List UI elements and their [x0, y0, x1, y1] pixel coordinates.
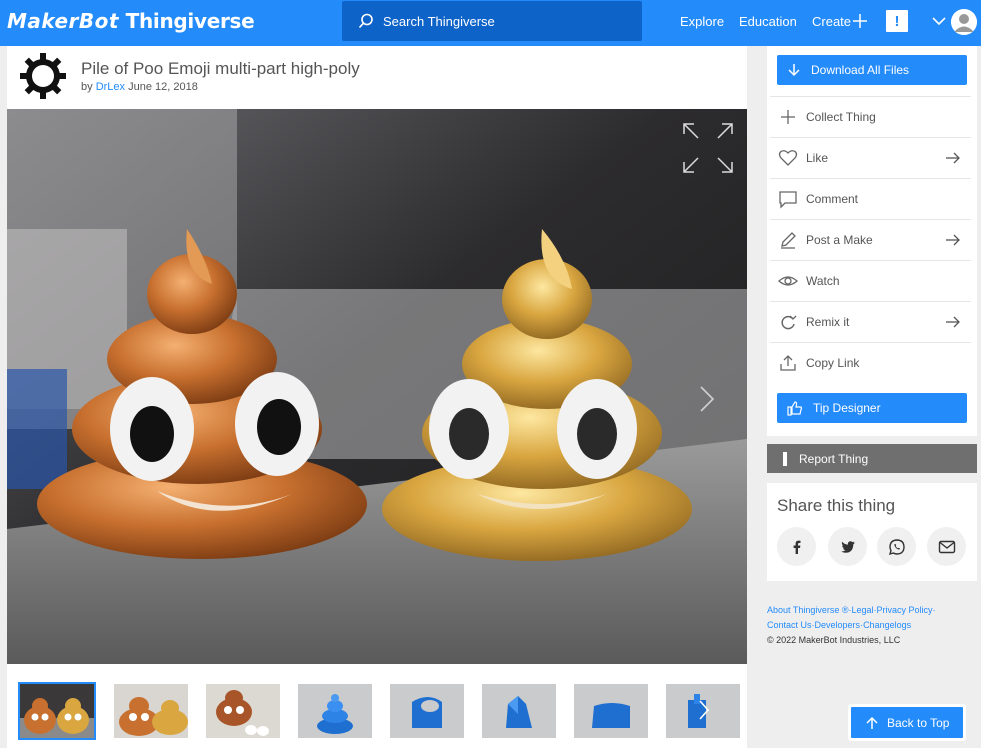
like-button[interactable]: Like — [770, 137, 971, 178]
author-link[interactable]: DrLex — [96, 81, 125, 93]
post-a-make-button[interactable]: Post a Make — [770, 219, 971, 260]
chevron-down-icon[interactable] — [931, 14, 947, 28]
about-link[interactable]: About Thingiverse ® — [767, 605, 849, 615]
fullscreen-expand-icon[interactable] — [682, 122, 734, 174]
email-share-button[interactable] — [927, 527, 966, 566]
post-make-label: Post a Make — [806, 233, 873, 247]
tip-label: Tip Designer — [813, 401, 881, 415]
thumbnail-6[interactable] — [482, 684, 556, 738]
heart-icon — [778, 150, 798, 166]
search-box[interactable]: Search Thingiverse — [342, 1, 642, 41]
watch-label: Watch — [806, 274, 840, 288]
thumbnail-strip — [7, 664, 747, 748]
publish-date: June 12, 2018 — [128, 81, 198, 93]
search-placeholder: Search Thingiverse — [383, 13, 495, 29]
back-to-top-label: Back to Top — [887, 715, 950, 730]
like-label: Like — [806, 151, 829, 165]
whatsapp-icon — [888, 538, 905, 555]
watch-button[interactable]: Watch — [770, 260, 971, 301]
copy-link-button[interactable]: Copy Link — [770, 342, 971, 383]
download-label: Download All Files — [811, 63, 910, 77]
comment-icon — [779, 191, 797, 209]
share-panel: Share this thing — [767, 483, 977, 581]
privacy-policy-link[interactable]: Privacy Policy — [877, 605, 933, 615]
whatsapp-share-button[interactable] — [877, 527, 916, 566]
byline: by DrLex June 12, 2018 — [81, 81, 198, 93]
arrow-right-icon — [946, 152, 960, 164]
email-icon — [938, 540, 955, 553]
thumbnail-7[interactable] — [574, 684, 648, 738]
share-icon — [780, 355, 796, 371]
nav-education[interactable]: Education — [739, 14, 797, 29]
comment-button[interactable]: Comment — [770, 178, 971, 219]
thumbnail-4[interactable] — [298, 684, 372, 738]
tip-designer-button[interactable]: Tip Designer — [777, 393, 967, 423]
report-thing-button[interactable]: Report Thing — [767, 444, 977, 473]
user-icon — [951, 9, 977, 35]
poo-emoji-photo — [7, 109, 747, 664]
remix-icon — [781, 315, 797, 330]
notifications-button[interactable]: ! — [886, 10, 908, 32]
comment-label: Comment — [806, 192, 859, 206]
copyright: © 2022 MakerBot Industries, LLC — [767, 635, 901, 645]
report-label: Report Thing — [799, 451, 869, 466]
search-icon — [358, 13, 373, 29]
author-avatar-gear-icon[interactable] — [19, 52, 67, 100]
brand-makerbot: MakerBot — [7, 9, 119, 33]
footer-links: About Thingiverse ®·Legal·Privacy Policy… — [767, 605, 936, 645]
top-navbar: MakerBot Thingiverse Search Thingiverse … — [0, 0, 981, 46]
next-image-icon[interactable] — [697, 384, 717, 414]
thumbnail-1[interactable] — [18, 682, 96, 740]
plus-icon — [781, 110, 795, 124]
plus-icon[interactable] — [851, 12, 869, 30]
eye-icon — [778, 276, 798, 286]
nav-explore[interactable]: Explore — [680, 14, 724, 29]
collect-thing-button[interactable]: Collect Thing — [770, 96, 971, 137]
arrow-up-icon — [866, 716, 878, 729]
site-logo[interactable]: MakerBot Thingiverse — [7, 9, 255, 33]
by-label: by — [81, 81, 93, 93]
nav-create[interactable]: Create — [812, 14, 851, 29]
page-title: Pile of Poo Emoji multi-part high-poly — [81, 59, 360, 78]
twitter-share-button[interactable] — [828, 527, 867, 566]
thumbnail-3[interactable] — [206, 684, 280, 738]
pen-icon — [781, 232, 796, 249]
exclamation-icon — [783, 451, 787, 466]
thumbnail-next-icon[interactable] — [697, 698, 711, 722]
avatar[interactable] — [951, 9, 977, 35]
collect-label: Collect Thing — [806, 110, 876, 124]
twitter-icon — [840, 540, 855, 553]
download-all-files-button[interactable]: Download All Files — [777, 55, 967, 85]
back-to-top-button[interactable]: Back to Top — [851, 707, 963, 738]
facebook-share-button[interactable] — [777, 527, 816, 566]
developers-link[interactable]: Developers — [815, 620, 861, 630]
arrow-right-icon — [946, 234, 960, 246]
copy-link-label: Copy Link — [806, 356, 860, 370]
download-icon — [788, 64, 800, 77]
main-photo[interactable] — [7, 109, 747, 664]
remix-it-button[interactable]: Remix it — [770, 301, 971, 342]
arrow-right-icon — [946, 316, 960, 328]
legal-link[interactable]: Legal — [852, 605, 874, 615]
contact-us-link[interactable]: Contact Us — [767, 620, 812, 630]
thing-header: Pile of Poo Emoji multi-part high-poly b… — [7, 46, 747, 109]
share-title: Share this thing — [777, 496, 896, 515]
thumbs-up-icon — [787, 401, 803, 416]
thumbnail-2[interactable] — [114, 684, 188, 738]
facebook-icon — [793, 540, 800, 554]
changelogs-link[interactable]: Changelogs — [863, 620, 911, 630]
actions-panel: Download All Files Collect Thing Like Co… — [767, 46, 977, 436]
remix-label: Remix it — [806, 315, 850, 329]
thumbnail-5[interactable] — [390, 684, 464, 738]
brand-thingiverse: Thingiverse — [125, 9, 255, 33]
